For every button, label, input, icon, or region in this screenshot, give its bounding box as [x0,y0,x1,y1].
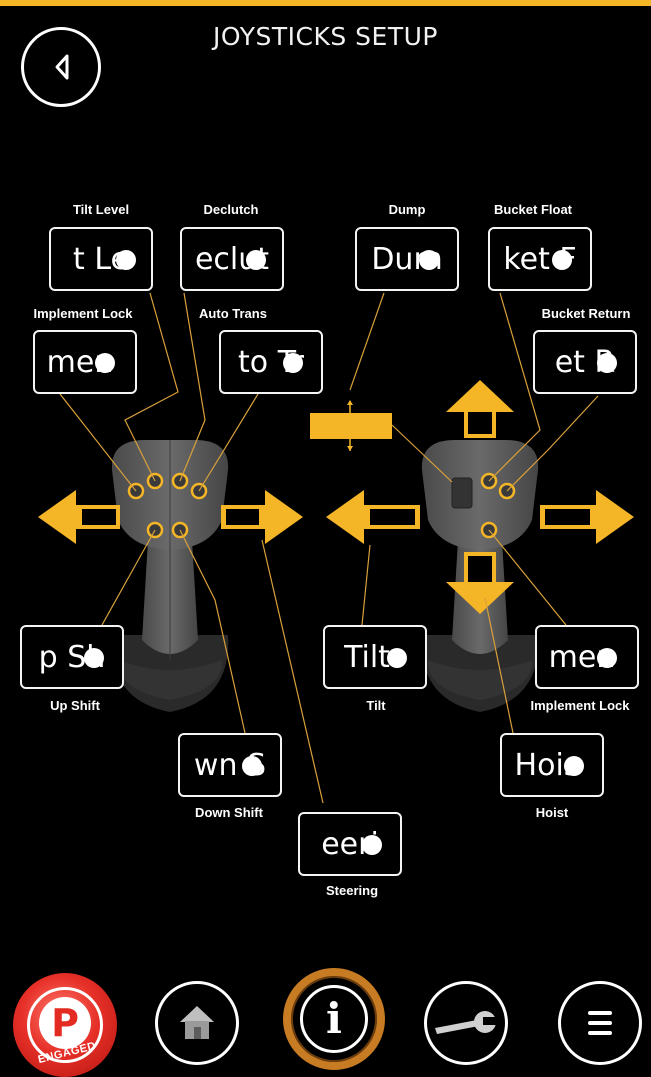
tilt-value: Tilt [344,640,390,675]
declutch-value: eclut [194,242,270,277]
implement-lock-right-button[interactable]: men [535,625,639,689]
indicator-dot [552,250,572,270]
indicator-dot [95,353,115,373]
bucket-float-caption: Bucket Float [493,202,573,217]
dump-slider-graphic [310,400,392,451]
auto-trans-button[interactable]: to Tr [219,330,323,394]
tilt-button[interactable]: Tilt [323,625,427,689]
hoist-caption: Hoist [535,805,569,820]
tilt-level-button[interactable]: t Le [49,227,153,291]
implement-lock-left-caption: Implement Lock [33,306,133,321]
tilt-level-caption: Tilt Level [72,202,130,217]
indicator-dot [419,250,439,270]
info-icon: i [300,985,368,1053]
indicator-dot [387,648,407,668]
indicator-dot [597,353,617,373]
down-shift-button[interactable]: wn S [178,733,282,797]
down-shift-value: wn S [193,748,267,783]
info-button[interactable]: i [283,968,385,1070]
hoist-button[interactable]: Hois [500,733,604,797]
dump-button[interactable]: Dum [355,227,459,291]
implement-lock-right-value: men [548,640,616,675]
menu-icon [588,1011,612,1035]
steering-caption: Steering [325,883,379,898]
hoist-value: Hois [514,748,580,783]
parking-brake-button[interactable]: P ENGAGED [13,973,117,1077]
auto-trans-value: to Tr [238,345,304,380]
indicator-dot [84,648,104,668]
indicator-dot [564,756,584,776]
steering-value: eeri [321,827,379,862]
up-shift-button[interactable]: p Sh [20,625,124,689]
up-shift-caption: Up Shift [50,698,100,713]
auto-trans-caption: Auto Trans [199,306,267,321]
indicator-dot [283,353,303,373]
tilt-level-value: t Le [73,242,129,277]
parking-brake-icon: P [39,997,91,1049]
up-shift-value: p Sh [38,640,106,675]
home-button[interactable] [155,981,239,1065]
implement-lock-left-button[interactable]: men [33,330,137,394]
service-button[interactable] [424,981,508,1065]
indicator-dot [242,756,262,776]
declutch-button[interactable]: eclut [180,227,284,291]
dump-caption: Dump [388,202,426,217]
declutch-caption: Declutch [203,202,259,217]
implement-lock-left-value: men [46,345,114,380]
dump-value: Dum [371,242,443,277]
info-glyph: i [326,994,342,1043]
down-shift-caption: Down Shift [195,805,263,820]
leader-lines [59,292,599,804]
bucket-return-value: et R [554,345,616,380]
bucket-return-caption: Bucket Return [541,306,631,321]
bucket-return-button[interactable]: et R [533,330,637,394]
bucket-float-value: ket F [503,242,577,277]
indicator-dot [246,250,266,270]
steering-button[interactable]: eeri [298,812,402,876]
indicator-dot [362,835,382,855]
home-icon [180,1006,214,1039]
implement-lock-right-caption: Implement Lock [530,698,630,713]
bucket-float-button[interactable]: ket F [488,227,592,291]
wrench-icon [435,1011,497,1034]
tilt-caption: Tilt [366,698,386,713]
menu-button[interactable] [558,981,642,1065]
indicator-dot [116,250,136,270]
indicator-dot [597,648,617,668]
